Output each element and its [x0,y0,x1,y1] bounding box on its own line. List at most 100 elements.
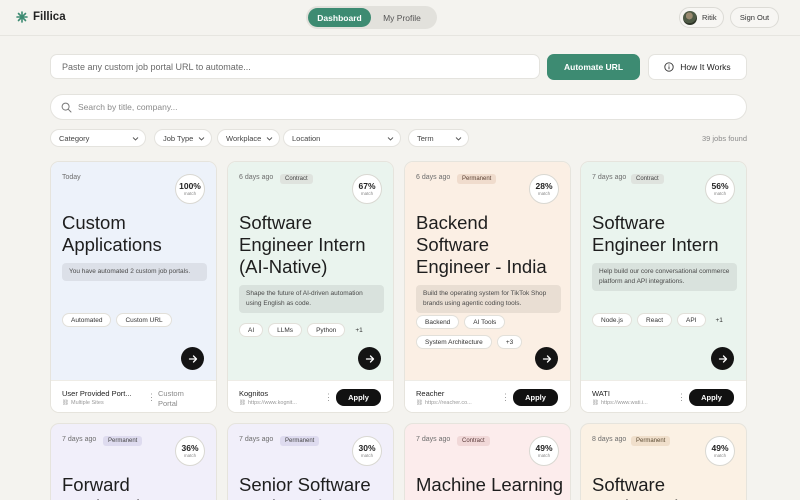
match-label: match [537,453,551,458]
posted-time: 7 days ago [62,436,97,443]
how-it-works-label: How It Works [680,62,731,72]
chevron-down-icon [266,136,273,141]
posted-time: 7 days ago [416,436,451,443]
match-score: 100% match [175,174,205,204]
tag: Custom URL [116,313,172,327]
user-menu[interactable]: Ritik [679,7,724,28]
sign-out-button[interactable]: Sign Out [730,7,779,28]
chevron-down-icon [132,136,139,141]
open-job-button[interactable] [535,347,558,370]
tag-list: AI LLMs Python +1 [239,323,389,337]
apply-button[interactable]: Apply [336,389,381,406]
match-label: match [183,191,197,196]
match-score: 49% match [705,436,735,466]
link-icon: ⛓ [239,400,246,406]
card-body: 6 days ago Contract 67% match Software E… [228,162,393,380]
company-url: ⛓ Multiple Sites [62,400,104,406]
job-card[interactable]: 6 days ago Permanent 28% match Backend S… [404,161,571,413]
filter-category[interactable]: Category [50,129,146,147]
apply-button[interactable]: Apply [513,389,558,406]
tab-my-profile[interactable]: My Profile [371,8,433,27]
job-title: Software Engineer Intern [592,212,719,255]
link-icon: ⛓ [592,400,599,406]
match-percent: 56% [711,180,729,191]
arrow-right-icon [365,354,374,363]
filter-term-label: Term [417,133,434,143]
filter-workplace[interactable]: Workplace [217,129,280,147]
filter-job-type[interactable]: Job Type [154,129,212,147]
tab-dashboard[interactable]: Dashboard [308,8,371,27]
tag-list: Backend AI Tools System Architecture +3 [416,315,566,349]
filter-term[interactable]: Term [408,129,469,147]
chevron-down-icon [387,136,394,141]
header-divider [0,35,800,36]
how-it-works-button[interactable]: How It Works [648,54,747,80]
match-score: 36% match [175,436,205,466]
job-card[interactable]: 6 days ago Contract 67% match Software E… [227,161,394,413]
job-card[interactable]: 7 days ago Permanent 30% match Senior So… [227,423,394,500]
app-logo[interactable]: Fillica [16,11,66,23]
kebab-menu-icon[interactable]: ⋮ [501,393,510,402]
job-title: Forward Deployed... [62,474,156,500]
jobs-found-count: 39 jobs found [701,134,747,143]
tag: Backend [416,315,460,329]
job-card[interactable]: 7 days ago Permanent 36% match Forward D… [50,423,217,500]
posted-time: 7 days ago [592,174,627,181]
job-type-badge: Permanent [280,436,320,446]
apply-button[interactable]: Apply [689,389,734,406]
match-label: match [713,453,727,458]
job-type-badge: Permanent [457,174,497,184]
job-description: Shape the future of AI-driven automation… [239,285,384,313]
arrow-right-icon [188,354,197,363]
match-percent: 67% [358,180,376,191]
job-card[interactable]: 7 days ago Contract 56% match Software E… [580,161,747,413]
more-tags: +1 [355,326,363,334]
tag: LLMs [268,323,303,337]
job-portal-url-input[interactable] [50,54,540,79]
chevron-down-icon [198,136,205,141]
user-name: Ritik [702,13,717,22]
posted-time: 8 days ago [592,436,627,443]
kebab-menu-icon[interactable]: ⋮ [324,393,333,402]
filter-location[interactable]: Location [283,129,401,147]
job-type-badge: Contract [280,174,313,184]
job-title: Software Engineer Intern (AI-Native) [239,212,366,277]
match-percent: 100% [179,180,201,191]
job-card[interactable]: 7 days ago Contract 49% match Machine Le… [404,423,571,500]
search-input[interactable] [78,102,678,112]
company-name: WATI [592,389,610,398]
company-url-text: https://www.kognit... [247,400,297,406]
filter-category-label: Category [59,133,90,143]
match-label: match [360,453,374,458]
job-type-badge: Permanent [103,436,143,446]
tag: AI Tools [464,315,506,329]
open-job-button[interactable] [358,347,381,370]
tag: Node.js [592,313,633,327]
app-name: Fillica [33,11,66,23]
link-icon: ⛓ [62,400,69,406]
open-job-button[interactable] [181,347,204,370]
open-job-button[interactable] [711,347,734,370]
company-url-text: https://reacher.co... [424,400,472,406]
card-footer: WATI ⛓ https://www.wati.i... ⋮ Apply [581,380,746,412]
posted-time: 6 days ago [416,174,451,181]
logo-icon [16,11,28,23]
job-card[interactable]: Today 100% match Custom Applications You… [50,161,217,413]
avatar [683,10,697,25]
search-icon [61,102,72,112]
job-type-badge: Permanent [631,436,671,446]
job-type-badge: Contract [457,436,490,446]
posted-time: 6 days ago [239,174,274,181]
automate-url-button[interactable]: Automate URL [547,54,640,80]
job-title: Software Engineer (AI &... [592,474,728,500]
card-body: Today 100% match Custom Applications You… [51,162,216,380]
match-label: match [183,453,197,458]
kebab-menu-icon[interactable]: ⋮ [677,393,686,402]
more-tags: +3 [496,335,523,349]
card-body: 7 days ago Contract 56% match Software E… [581,162,746,380]
arrow-right-icon [718,354,727,363]
kebab-menu-icon[interactable]: ⋮ [147,393,156,402]
tag: React [637,313,673,327]
job-card[interactable]: 8 days ago Permanent 49% match Software … [580,423,747,500]
job-title: Custom Applications [62,212,162,255]
